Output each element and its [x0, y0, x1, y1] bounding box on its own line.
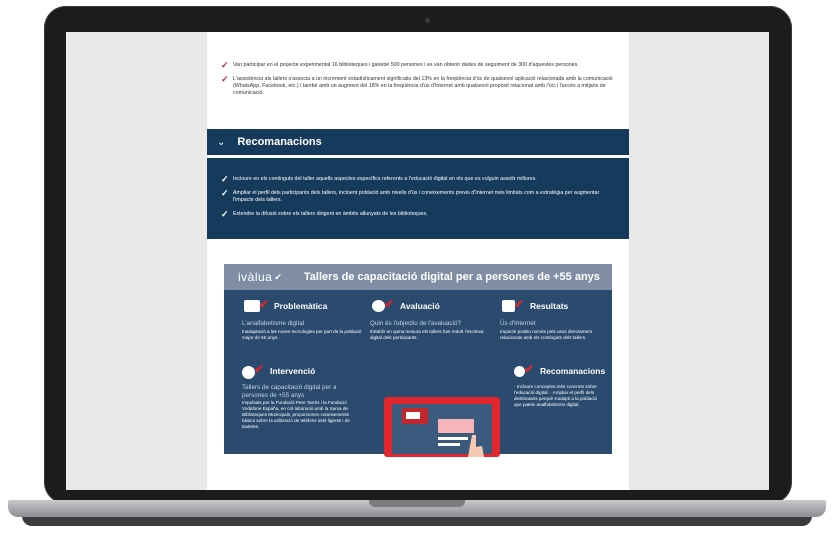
list-item-text: Van participar en el projecte experiment…: [233, 62, 579, 68]
problematica-lead: L'analfabetisme digital: [242, 320, 305, 327]
list-item-text: Estendre la difusió sobre els tallers di…: [233, 211, 428, 217]
check-icon: ✓: [221, 60, 229, 70]
recomanacions-title: Recomanacions: [540, 366, 606, 376]
problematica-text: Inadaptació a les noves tecnologies per …: [242, 329, 362, 340]
intervencio-lead: Tallers de capacitació digital per a per…: [242, 384, 337, 399]
tablet-illustration: [384, 397, 500, 457]
avaluacio-text: Establir en quina mesura els tallers han…: [370, 329, 484, 340]
recommendations-panel: ✓ Incloure en els continguts del taller …: [207, 158, 629, 239]
avaluacio-lead: Quin és l'objectiu de l'avaluació?: [370, 320, 461, 327]
list-item-text: Ampliar el perfil dels participants dels…: [233, 190, 600, 203]
list-item: ✓ Incloure en els continguts del taller …: [221, 174, 621, 184]
trackpad-notch: [369, 500, 465, 507]
resultats-title: Resultats: [530, 301, 569, 311]
list-item-text: L'assistència als tallers s'associa a un…: [233, 76, 613, 96]
infographic: ivàlua ✔ Tallers de capacitació digital …: [224, 264, 612, 457]
list-item: ✓ Ampliar el perfil dels participants de…: [221, 188, 621, 204]
recommendations-accordion-header[interactable]: ⌄ Recomanacions: [207, 129, 629, 155]
check-icon: ✔: [524, 362, 535, 376]
resultats-lead: Ús d'Internet: [500, 320, 536, 327]
chevron-down-icon: ⌄: [217, 136, 226, 148]
intervencio-title: Intervenció: [270, 366, 316, 376]
laptop-base-shadow: [22, 516, 812, 526]
list-item: ✓ Van participar en el projecte experime…: [221, 60, 621, 70]
brand-logo: ivàlua: [238, 270, 273, 284]
recomanacions-text: · Incloure conceptes més concrets sobre …: [514, 384, 598, 407]
intervencio-text: Impulsats per la Fundació Pere Tarrés i …: [242, 400, 350, 429]
check-icon: ✔: [254, 362, 265, 376]
resultats-text: Impacte positiu només pels usos directam…: [500, 329, 592, 340]
check-icon: ✔: [384, 297, 395, 311]
list-item: ✓ L'assistència als tallers s'associa a …: [221, 74, 621, 97]
check-icon: ✔: [259, 297, 270, 311]
avaluacio-title: Avaluació: [400, 301, 440, 311]
check-icon: ✓: [221, 188, 229, 198]
books-icon: [244, 300, 260, 312]
infographic-header: ivàlua ✔ Tallers de capacitació digital …: [224, 264, 612, 290]
check-icon: ✓: [221, 74, 229, 84]
article-page: ✓ Van participar en el projecte experime…: [207, 32, 629, 490]
infographic-title: Tallers de capacitació digital per a per…: [303, 271, 600, 283]
check-icon: ✓: [221, 209, 229, 219]
screen[interactable]: ✓ Van participar en el projecte experime…: [66, 32, 769, 490]
laptop-frame: ✓ Van participar en el projecte experime…: [0, 0, 834, 537]
check-icon: ✔: [274, 271, 282, 282]
list-item-text: Incloure en els continguts del taller aq…: [233, 176, 537, 182]
check-icon: ✔: [514, 297, 525, 311]
section-title: Recomanacions: [237, 136, 322, 148]
findings-list: ✓ Van participar en el projecte experime…: [221, 60, 621, 104]
check-icon: ✓: [221, 174, 229, 184]
problematica-title: Problemàtica: [274, 301, 328, 311]
camera-icon: [425, 18, 430, 23]
list-item: ✓ Estendre la difusió sobre els tallers …: [221, 209, 621, 219]
